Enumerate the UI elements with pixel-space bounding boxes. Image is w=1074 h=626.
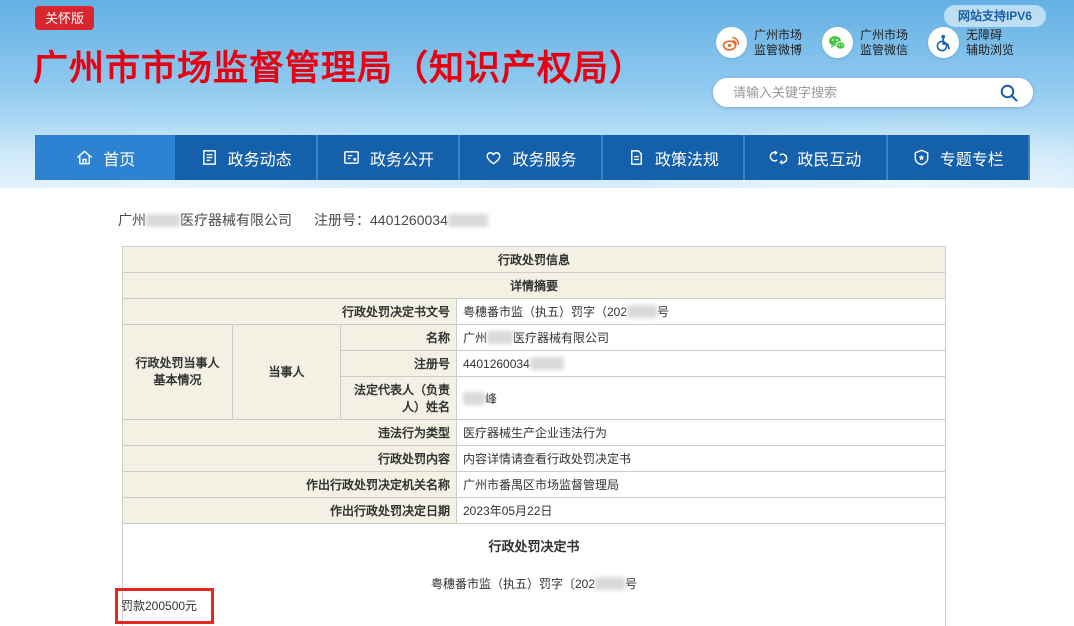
- nav-item-topics[interactable]: 专题专栏: [888, 135, 1030, 180]
- home-icon: [75, 148, 94, 167]
- row-value: 2023年05月22日: [457, 498, 946, 524]
- interaction-icon: [769, 148, 788, 167]
- weibo-link[interactable]: 广州市场 监管微博: [716, 27, 802, 58]
- wechat-icon: [822, 27, 853, 58]
- doc-no-value: 粤穗番市监（执五）罚字（202号: [457, 299, 946, 325]
- accessibility-label: 无障碍 辅助浏览: [966, 28, 1014, 58]
- company-name-prefix: 广州: [118, 212, 146, 228]
- disclosure-icon: [342, 148, 361, 167]
- nav-item-disclosure[interactable]: 政务公开: [318, 135, 460, 180]
- row-label: 作出行政处罚决定日期: [123, 498, 457, 524]
- search-box: [712, 77, 1034, 108]
- table-title: 行政处罚信息: [123, 247, 946, 273]
- legal-rep-value: 峰: [457, 377, 946, 420]
- nav-item-law[interactable]: 政策法规: [603, 135, 745, 180]
- nav-item-service[interactable]: 政务服务: [460, 135, 602, 180]
- name-label: 名称: [341, 325, 457, 351]
- nav-label: 政务服务: [512, 146, 576, 170]
- row-value: 医疗器械生产企业违法行为: [457, 420, 946, 446]
- nav-item-news[interactable]: 政务动态: [175, 135, 317, 180]
- penalty-amount-text: 罚款200500元: [121, 599, 197, 613]
- nav-item-interaction[interactable]: 政民互动: [745, 135, 887, 180]
- care-version-badge[interactable]: 关怀版: [35, 6, 94, 30]
- redacted-text: [595, 577, 625, 590]
- penalty-info-table: 行政处罚信息 详情摘要 行政处罚决定书文号 粤穗番市监（执五）罚字（202号 行…: [122, 246, 946, 626]
- redacted-text: [487, 331, 513, 344]
- nav-label: 政策法规: [655, 146, 719, 170]
- party-section-label: 行政处罚当事人 基本情况: [123, 325, 233, 420]
- reg-no-label: 注册号：: [314, 212, 370, 228]
- redacted-text: [448, 214, 488, 227]
- decision-section: 行政处罚决定书 粤穗番市监（执五）罚字〔202号 罚款200500元: [123, 524, 946, 626]
- decision-doc-no: 粤穗番市监（执五）罚字〔202号: [129, 575, 939, 592]
- wechat-label: 广州市场 监管微信: [860, 28, 908, 58]
- row-label: 违法行为类型: [123, 420, 457, 446]
- row-label: 作出行政处罚决定机关名称: [123, 472, 457, 498]
- nav-label: 专题专栏: [940, 146, 1004, 170]
- search-icon[interactable]: [997, 81, 1021, 105]
- summary-header: 详情摘要: [123, 273, 946, 299]
- weibo-icon: [716, 27, 747, 58]
- nav-label: 政务动态: [228, 146, 292, 170]
- redacted-text: [146, 214, 180, 227]
- heart-icon: [484, 148, 503, 167]
- law-icon: [627, 148, 646, 167]
- doc-no-label: 行政处罚决定书文号: [123, 299, 457, 325]
- company-name-suffix: 医疗器械有限公司: [180, 212, 292, 228]
- name-value: 广州医疗器械有限公司: [457, 325, 946, 351]
- party-regno-label: 注册号: [341, 351, 457, 377]
- nav-label: 政务公开: [370, 146, 434, 170]
- redacted-text: [463, 392, 485, 405]
- ipv6-support-badge: 网站支持IPV6: [944, 5, 1046, 27]
- news-icon: [200, 148, 219, 167]
- penalty-amount-highlight: 罚款200500元: [115, 588, 214, 624]
- party-label: 当事人: [233, 325, 341, 420]
- nav-label: 首页: [103, 146, 135, 170]
- search-input[interactable]: [733, 85, 997, 100]
- row-value: 内容详情请查看行政处罚决定书: [457, 446, 946, 472]
- page-title: 广州市市场监督管理局（知识产权局）: [33, 40, 645, 91]
- party-regno-value: 4401260034: [457, 351, 946, 377]
- badge-star-icon: [912, 148, 931, 167]
- nav-item-home[interactable]: 首页: [35, 135, 175, 180]
- nav-label: 政民互动: [797, 146, 861, 170]
- main-nav: 首页 政务动态 政务公开 政务服务 政策法规 政民互动 专题专栏: [35, 135, 1030, 180]
- legal-rep-label: 法定代表人（负责人）姓名: [341, 377, 457, 420]
- wechat-link[interactable]: 广州市场 监管微信: [822, 27, 908, 58]
- row-value: 广州市番禺区市场监督管理局: [457, 472, 946, 498]
- quick-links: 广州市场 监管微博 广州市场 监管微信: [716, 27, 1014, 58]
- subject-company-line: 广州 医疗器械有限公司 注册号：4401260034: [118, 210, 488, 230]
- accessibility-link[interactable]: 无障碍 辅助浏览: [928, 27, 1014, 58]
- redacted-text: [627, 305, 657, 318]
- weibo-label: 广州市场 监管微博: [754, 28, 802, 58]
- reg-no-value: 4401260034: [370, 212, 448, 228]
- decision-title: 行政处罚决定书: [129, 536, 939, 555]
- row-label: 行政处罚内容: [123, 446, 457, 472]
- accessibility-icon: [928, 27, 959, 58]
- redacted-text: [530, 357, 564, 370]
